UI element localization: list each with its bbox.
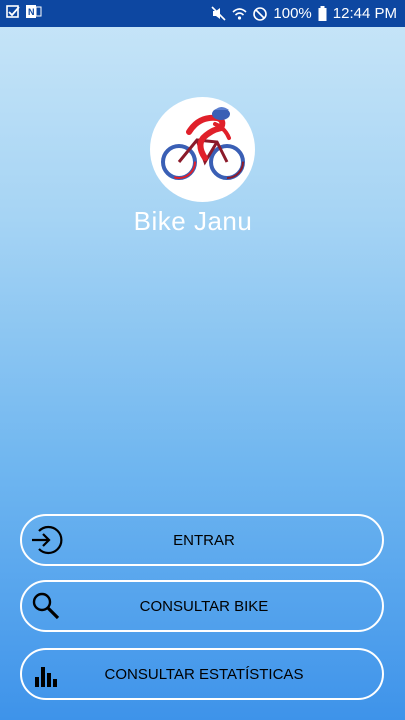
search-icon: [26, 586, 66, 626]
cyclist-logo: [160, 106, 245, 180]
app-logo: [150, 97, 255, 202]
enter-button-label: ENTRAR: [173, 531, 235, 549]
do-not-disturb-icon: [253, 6, 268, 21]
wifi-icon: [232, 7, 247, 21]
enter-button[interactable]: ENTRAR: [20, 514, 384, 566]
app-title: Bike Janu: [133, 206, 253, 236]
mute-icon: [211, 6, 226, 21]
bar-chart-icon: [26, 654, 66, 694]
svg-text:N: N: [28, 7, 35, 17]
search-bike-button-label: CONSULTAR BIKE: [139, 597, 269, 615]
checkbox-notification-icon: [6, 4, 20, 23]
statistics-button[interactable]: CONSULTAR ESTATÍSTICAS: [20, 648, 384, 700]
onenote-notification-icon: N: [26, 4, 42, 23]
status-bar: N 100% 12:44 PM: [0, 0, 405, 27]
clock: 12:44 PM: [332, 5, 397, 22]
battery-icon: [318, 6, 327, 21]
search-bike-button[interactable]: CONSULTAR BIKE: [20, 580, 384, 632]
login-arrow-icon: [26, 520, 66, 560]
statistics-button-label: CONSULTAR ESTATÍSTICAS: [104, 665, 304, 683]
battery-percent: 100%: [273, 5, 312, 22]
